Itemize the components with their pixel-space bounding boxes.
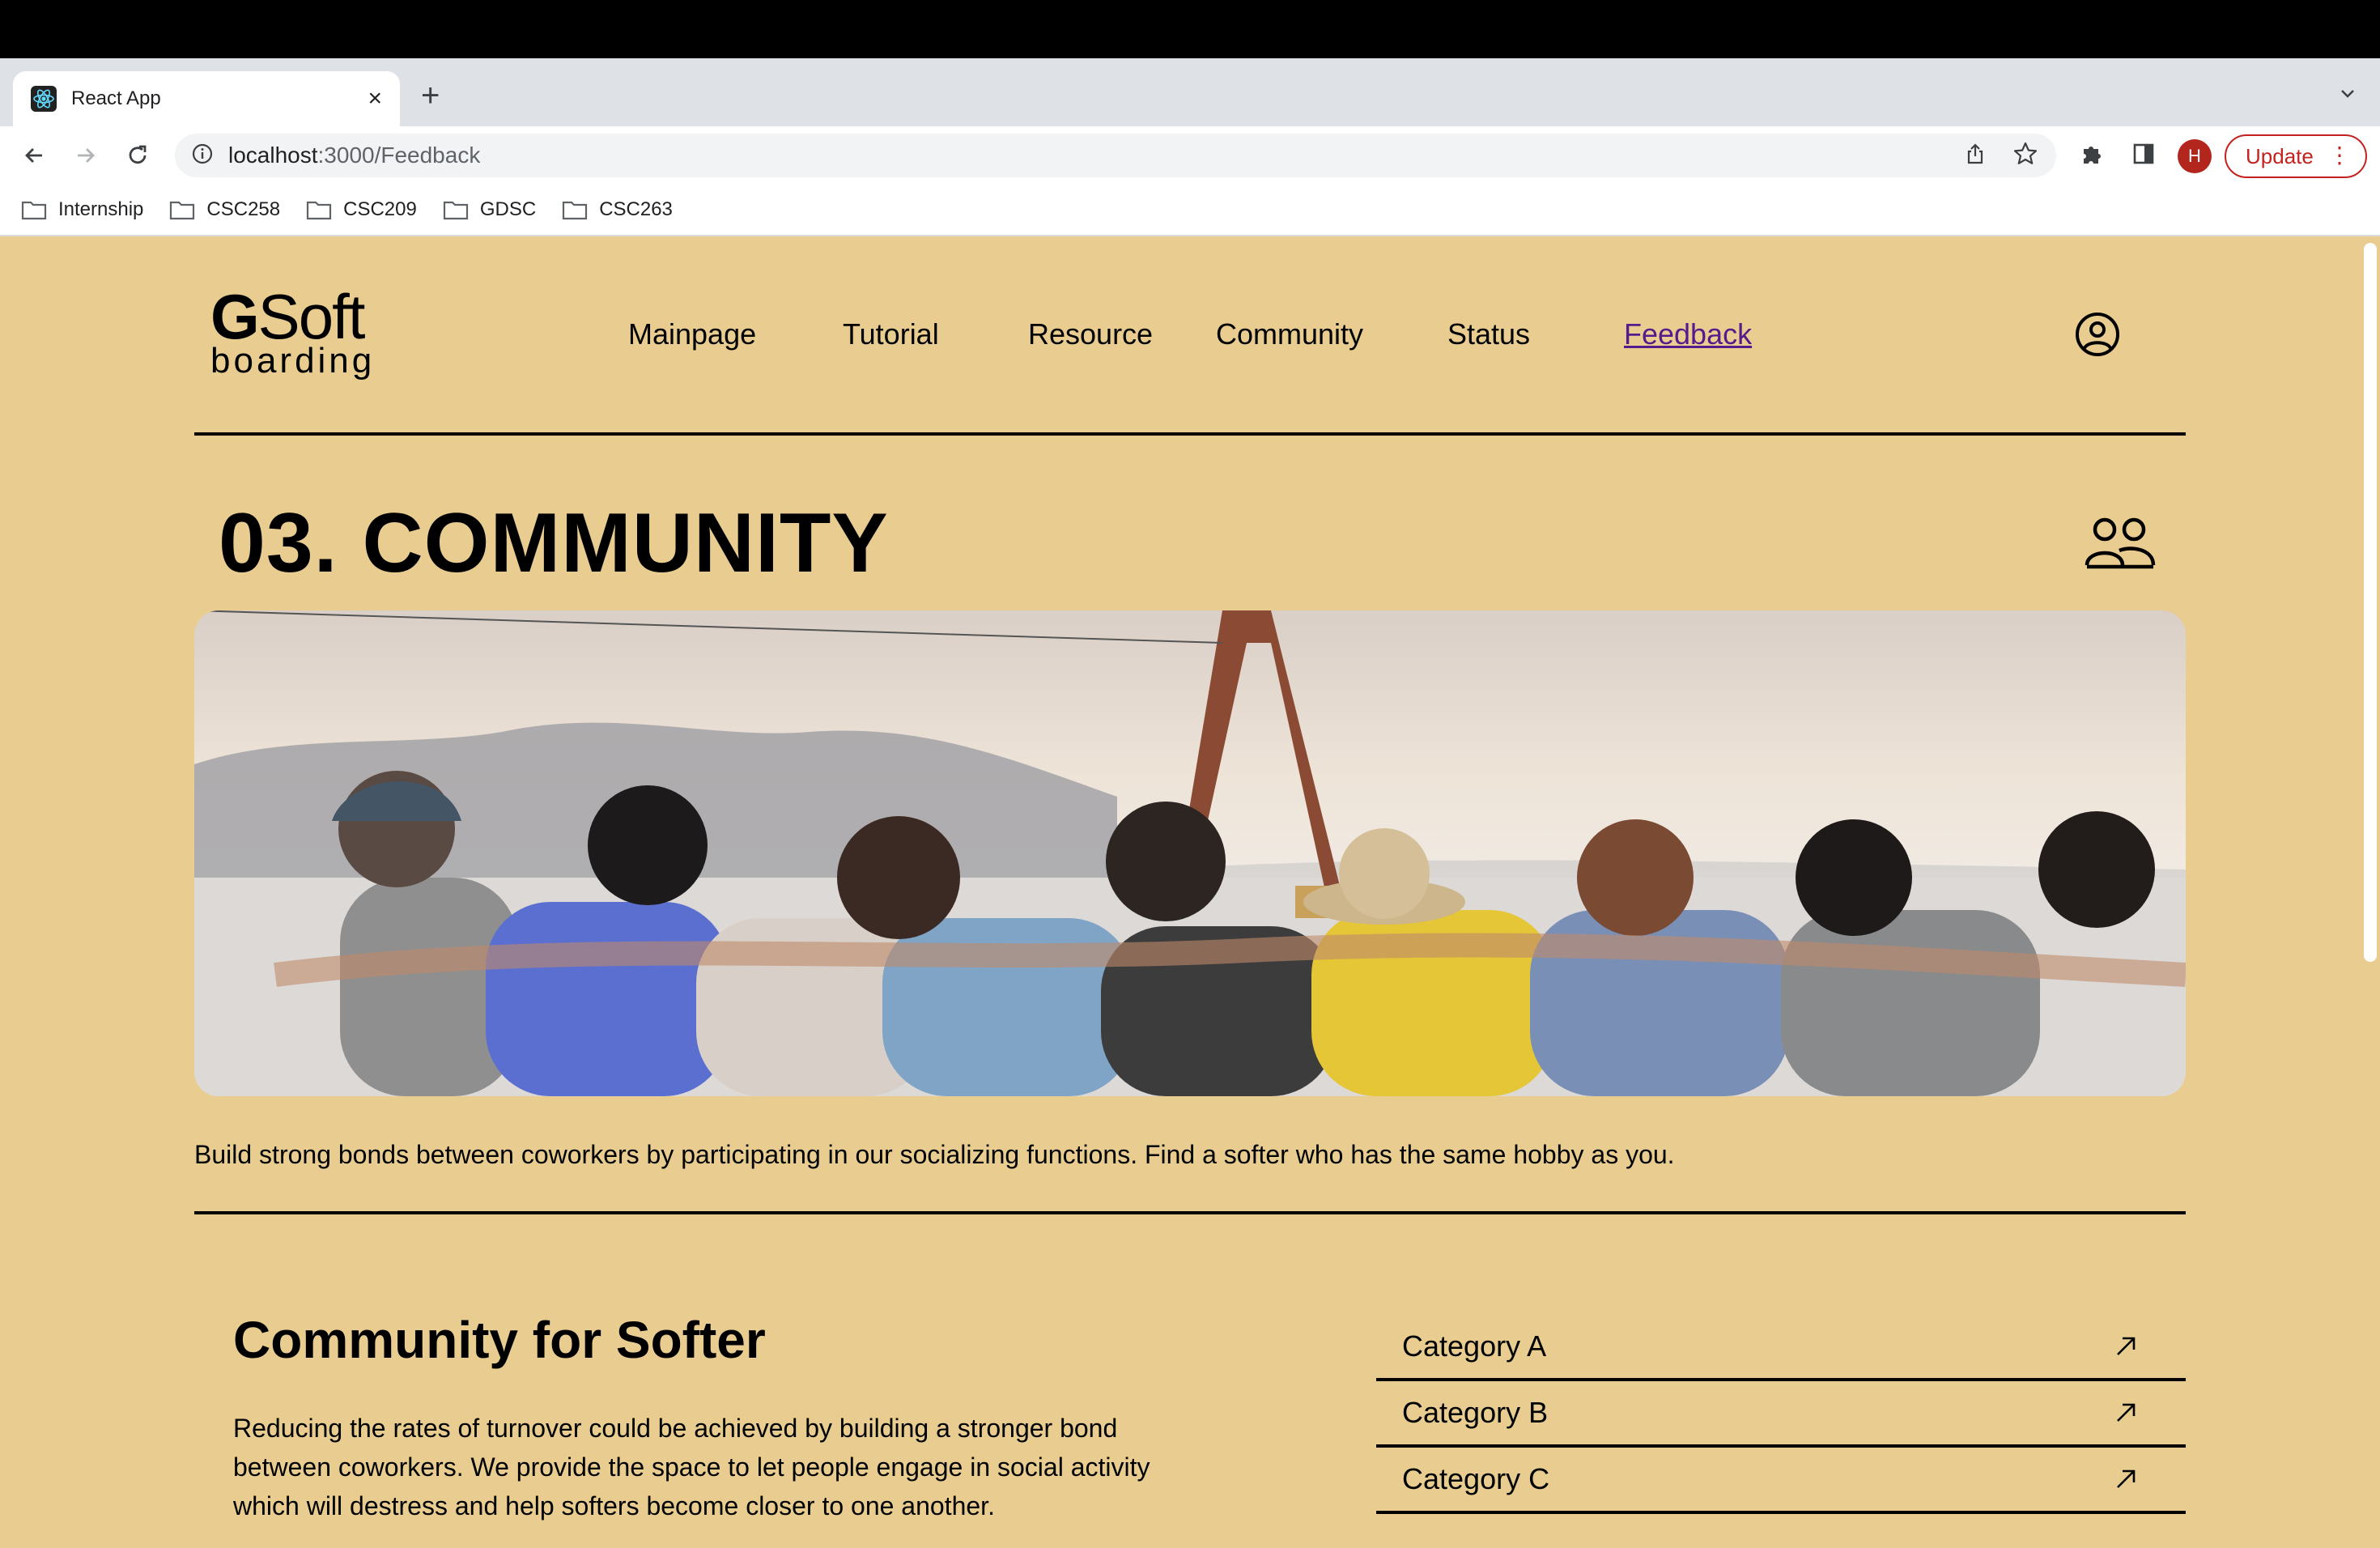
share-icon[interactable] bbox=[1959, 138, 1991, 170]
bookmark-folder-csc258[interactable]: CSC258 bbox=[169, 198, 280, 221]
folder-icon bbox=[563, 201, 588, 220]
folder-icon bbox=[307, 201, 332, 220]
profile-avatar[interactable]: H bbox=[2178, 139, 2212, 173]
gsoft-boarding-logo[interactable]: GSoft boarding bbox=[210, 285, 380, 382]
arrow-up-right-icon bbox=[2117, 1469, 2136, 1488]
folder-icon bbox=[21, 201, 47, 220]
section-description: Build strong bonds between coworkers by … bbox=[194, 1140, 1675, 1169]
browser-toolbar: localhost:3000/Feedback H Update ⋮ bbox=[0, 126, 2380, 185]
web-page: GSoft boarding Mainpage Tutorial Resourc… bbox=[0, 236, 2380, 1548]
back-arrow-icon[interactable] bbox=[18, 139, 50, 172]
forward-arrow-icon[interactable] bbox=[70, 139, 102, 172]
nav-mainpage[interactable]: Mainpage bbox=[628, 317, 756, 351]
arrow-up-right-icon bbox=[2117, 1403, 2136, 1422]
category-b-link[interactable]: Category B bbox=[1376, 1381, 2186, 1448]
bookmarks-bar: Internship CSC258 CSC209 GDSC CSC263 bbox=[0, 185, 2380, 236]
content-divider bbox=[194, 1211, 2186, 1214]
nav-resource[interactable]: Resource bbox=[1028, 317, 1153, 351]
nav-community[interactable]: Community bbox=[1216, 317, 1363, 351]
more-menu-icon[interactable]: ⋮ bbox=[2328, 144, 2351, 167]
header-divider bbox=[194, 432, 2186, 436]
bookmark-folder-csc209[interactable]: CSC209 bbox=[306, 198, 417, 221]
category-a-link[interactable]: Category A bbox=[1376, 1315, 2186, 1381]
react-favicon-icon bbox=[31, 86, 57, 112]
system-top-bar bbox=[0, 0, 2380, 58]
bookmark-label: CSC209 bbox=[343, 198, 417, 220]
community-title: Community for Softer bbox=[233, 1311, 766, 1369]
update-label: Update bbox=[2246, 143, 2314, 168]
community-hero-image bbox=[194, 610, 2186, 1096]
bookmark-folder-internship[interactable]: Internship bbox=[21, 198, 143, 221]
bookmark-label: Internship bbox=[58, 198, 144, 220]
bookmark-label: CSC258 bbox=[206, 198, 281, 220]
category-label: Category B bbox=[1402, 1396, 1549, 1429]
category-c-link[interactable]: Category C bbox=[1376, 1448, 2186, 1514]
bookmark-star-icon[interactable] bbox=[2009, 138, 2042, 170]
bookmark-folder-csc263[interactable]: CSC263 bbox=[562, 198, 673, 221]
reload-icon[interactable] bbox=[121, 139, 154, 172]
user-profile-icon[interactable] bbox=[2074, 311, 2121, 358]
tab-close-icon[interactable]: × bbox=[368, 87, 382, 111]
people-group-icon bbox=[2084, 515, 2157, 572]
tab-search-chevron-icon[interactable] bbox=[2336, 83, 2359, 105]
community-paragraph: Reducing the rates of turnover could be … bbox=[233, 1414, 1150, 1520]
nav-feedback[interactable]: Feedback bbox=[1624, 317, 1752, 351]
bookmark-label: CSC263 bbox=[599, 198, 673, 220]
side-panel-icon[interactable] bbox=[2127, 138, 2160, 170]
category-label: Category C bbox=[1402, 1462, 1550, 1495]
category-label: Category A bbox=[1402, 1329, 1547, 1363]
arrow-up-right-icon bbox=[2117, 1337, 2136, 1355]
site-info-icon[interactable] bbox=[191, 142, 214, 169]
new-tab-icon[interactable]: + bbox=[421, 79, 440, 112]
bookmark-label: GDSC bbox=[479, 198, 537, 220]
nav-status[interactable]: Status bbox=[1447, 317, 1530, 351]
bookmark-folder-gdsc[interactable]: GDSC bbox=[443, 198, 536, 221]
extensions-puzzle-icon[interactable] bbox=[2076, 138, 2108, 170]
page-scrollbar[interactable] bbox=[2364, 243, 2377, 962]
section-heading: 03. COMMUNITY bbox=[219, 496, 889, 590]
folder-icon bbox=[170, 201, 195, 220]
browser-tab-strip: React App × + bbox=[0, 58, 2380, 126]
url-text: localhost:3000/Feedback bbox=[228, 142, 481, 168]
address-bar[interactable]: localhost:3000/Feedback bbox=[175, 134, 2056, 177]
browser-tab[interactable]: React App × bbox=[13, 71, 400, 126]
update-button[interactable]: Update ⋮ bbox=[2225, 134, 2367, 178]
tab-title: React App bbox=[71, 87, 161, 109]
logo-boarding: boarding bbox=[210, 341, 376, 381]
nav-tutorial[interactable]: Tutorial bbox=[843, 317, 939, 351]
folder-icon bbox=[443, 201, 468, 220]
